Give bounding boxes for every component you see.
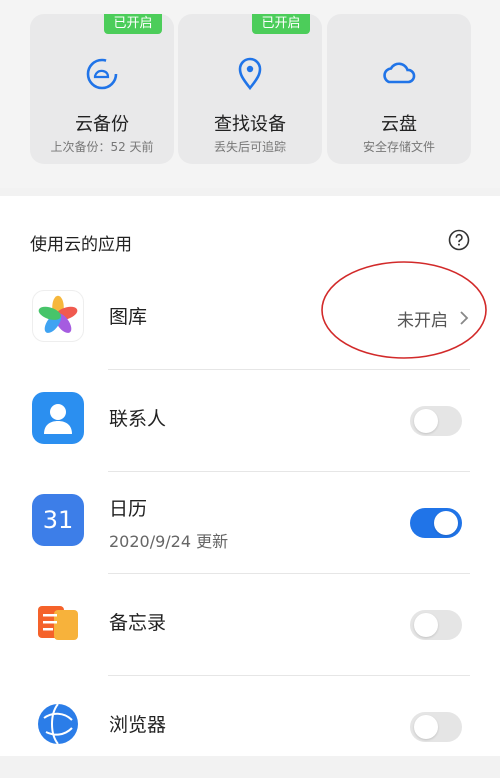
calendar-sync-toggle[interactable]	[410, 508, 462, 538]
cloud-sync-icon	[86, 58, 118, 90]
browser-icon	[32, 698, 84, 750]
contacts-sync-toggle[interactable]	[410, 406, 462, 436]
card-title: 云盘	[381, 114, 417, 135]
notes-sync-toggle[interactable]	[410, 610, 462, 640]
notes-icon	[32, 596, 84, 648]
cloud-drive-card[interactable]: 云盘 安全存储文件	[327, 14, 471, 164]
calendar-icon: 31	[32, 494, 84, 546]
app-name: 联系人	[109, 408, 167, 430]
enabled-badge: 已开启	[252, 14, 310, 34]
app-row-contacts[interactable]: 联系人	[0, 370, 500, 472]
section-title: 使用云的应用	[30, 235, 132, 255]
help-icon[interactable]	[448, 229, 470, 251]
card-subtitle: 丢失后可追踪	[213, 140, 286, 154]
gallery-icon	[32, 290, 84, 342]
app-row-calendar[interactable]: 31 日历 2020/9/24 更新	[0, 472, 500, 574]
app-name: 图库	[109, 306, 148, 328]
app-row-browser[interactable]: 浏览器	[0, 676, 500, 778]
cloud-backup-card[interactable]: 已开启 云备份 上次备份：52 天前	[30, 14, 174, 164]
app-name: 浏览器	[109, 714, 167, 736]
enabled-badge: 已开启	[104, 14, 162, 34]
card-title: 查找设备	[214, 114, 286, 135]
cloud-icon	[383, 62, 416, 84]
card-subtitle: 安全存储文件	[362, 140, 435, 154]
app-row-notes[interactable]: 备忘录	[0, 574, 500, 676]
contacts-icon	[32, 392, 84, 444]
card-subtitle: 上次备份：52 天前	[50, 140, 154, 154]
find-device-card[interactable]: 已开启 查找设备 丢失后可追踪	[178, 14, 322, 164]
app-name: 备忘录	[109, 612, 167, 634]
browser-sync-toggle[interactable]	[410, 712, 462, 742]
highlight-circle	[321, 261, 487, 359]
app-name: 日历	[109, 498, 148, 520]
card-title: 云备份	[75, 114, 129, 135]
calendar-icon-date: 31	[42, 506, 74, 534]
cloud-services-area: 已开启 云备份 上次备份：52 天前 已开启 查找设备 丢失后可追踪 云盘 安全…	[0, 0, 500, 188]
location-pin-icon	[238, 57, 262, 91]
app-meta: 2020/9/24 更新	[109, 532, 229, 551]
